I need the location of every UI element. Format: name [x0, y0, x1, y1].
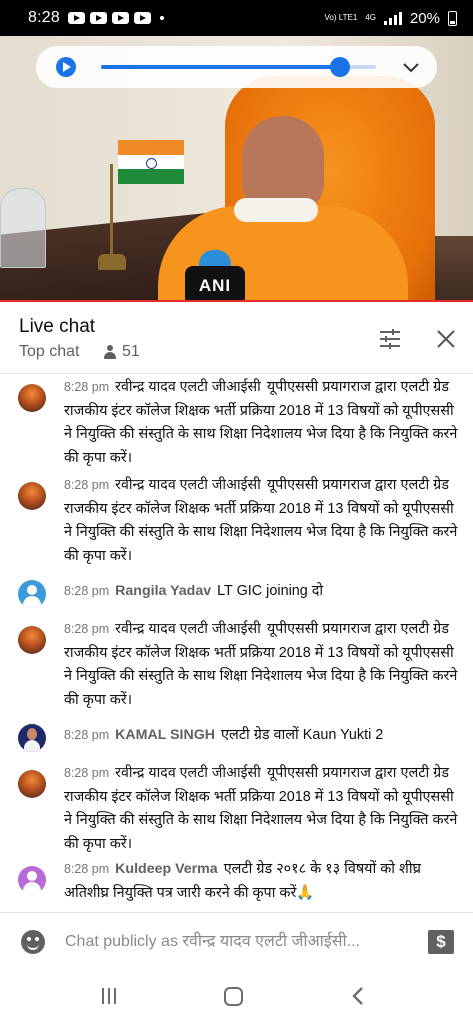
- status-time: 8:28: [28, 9, 60, 26]
- seek-bar-fill: [101, 65, 341, 69]
- message-time: 8:28 pm: [64, 478, 110, 492]
- avatar[interactable]: [18, 866, 46, 894]
- battery-percent: 20%: [409, 9, 440, 27]
- avatar[interactable]: [18, 384, 46, 412]
- flag-pole: [110, 164, 113, 259]
- super-chat-icon[interactable]: $: [428, 930, 454, 954]
- play-icon[interactable]: [56, 57, 76, 77]
- chat-message-body: 8:28 pm रवीन्द्र यादव एलटी जीआईसी यूपीएससी…: [64, 376, 459, 470]
- message-time: 8:28 pm: [64, 622, 110, 636]
- message-author[interactable]: KAMAL SINGH: [115, 727, 215, 743]
- message-author[interactable]: रवीन्द्र यादव एलटी जीआईसी: [115, 621, 261, 637]
- viewer-count-value: 51: [122, 343, 140, 360]
- viewer-count: 51: [103, 343, 140, 361]
- chat-message-body: 8:28 pm Rangila Yadav LT GIC joining दो: [64, 580, 459, 604]
- avatar[interactable]: [18, 626, 46, 654]
- youtube-notification-icon: [133, 12, 151, 24]
- back-icon[interactable]: [349, 986, 369, 1006]
- more-notifications-icon: [159, 16, 164, 20]
- notification-icons: [67, 12, 164, 24]
- video-glass-case: [0, 188, 46, 268]
- message-author[interactable]: रवीन्द्र यादव एलटी जीआईसी: [115, 477, 261, 493]
- chat-mode-selector[interactable]: Top chat: [19, 343, 79, 361]
- message-time: 8:28 pm: [64, 766, 110, 780]
- battery-icon: [448, 10, 457, 26]
- flag-pole-base: [98, 254, 126, 270]
- microphone-label: ANI: [185, 266, 245, 300]
- recent-apps-icon[interactable]: [102, 988, 120, 1004]
- youtube-notification-icon: [89, 12, 107, 24]
- close-icon[interactable]: [435, 328, 457, 350]
- chat-message-body: 8:28 pm रवीन्द्र यादव एलटी जीआईसी यूपीएससी…: [64, 762, 459, 856]
- chat-message-body: 8:28 pm Kuldeep Verma एलटी ग्रेड २०१८ के १…: [64, 858, 459, 905]
- home-icon[interactable]: [224, 987, 243, 1006]
- avatar[interactable]: [18, 724, 46, 752]
- avatar[interactable]: [18, 580, 46, 608]
- chat-input-bar: $: [0, 912, 473, 970]
- avatar[interactable]: [18, 482, 46, 510]
- volte-badge: Vo) LTE1: [324, 13, 358, 22]
- chat-input[interactable]: [65, 930, 405, 954]
- seek-bar-thumb[interactable]: [330, 57, 351, 77]
- message-time: 8:28 pm: [64, 380, 110, 394]
- youtube-notification-icon: [67, 12, 85, 24]
- chevron-down-icon[interactable]: [401, 57, 421, 77]
- message-text: LT GIC joining दो: [217, 583, 324, 599]
- signal-icon: [383, 11, 402, 25]
- person-icon: [103, 345, 117, 359]
- indian-flag: [118, 140, 184, 184]
- chat-title: Live chat: [19, 316, 96, 337]
- status-right: Vo) LTE1 4G 20%: [325, 10, 457, 27]
- network-type: 4G: [365, 13, 376, 22]
- status-bar: 8:28 Vo) LTE1 4G 20%: [0, 0, 473, 36]
- emoji-icon[interactable]: [21, 930, 45, 954]
- tune-icon[interactable]: [378, 329, 402, 349]
- youtube-notification-icon: [111, 12, 129, 24]
- chat-header: Live chat Top chat 51: [0, 302, 473, 374]
- message-author[interactable]: Rangila Yadav: [115, 583, 211, 599]
- chat-message-body: 8:28 pm रवीन्द्र यादव एलटी जीआईसी यूपीएससी…: [64, 618, 459, 712]
- system-nav-bar: [0, 970, 473, 1024]
- message-time: 8:28 pm: [64, 728, 110, 742]
- message-text: एलटी ग्रेड वालों Kaun Yukti 2: [221, 727, 384, 743]
- message-time: 8:28 pm: [64, 584, 110, 598]
- chat-message-body: 8:28 pm रवीन्द्र यादव एलटी जीआईसी यूपीएससी…: [64, 474, 459, 568]
- seek-bar[interactable]: [101, 57, 376, 77]
- chat-message-body: 8:28 pm KAMAL SINGH एलटी ग्रेड वालों Kaun …: [64, 724, 459, 748]
- message-time: 8:28 pm: [64, 862, 110, 876]
- message-author[interactable]: रवीन्द्र यादव एलटी जीआईसी: [115, 379, 261, 395]
- media-controls: [36, 46, 437, 88]
- avatar[interactable]: [18, 770, 46, 798]
- message-author[interactable]: Kuldeep Verma: [115, 861, 218, 877]
- video-face-mask: [234, 198, 318, 222]
- message-author[interactable]: रवीन्द्र यादव एलटी जीआईसी: [115, 765, 261, 781]
- chat-message-list[interactable]: 8:28 pm रवीन्द्र यादव एलटी जीआईसी यूपीएससी…: [0, 374, 473, 912]
